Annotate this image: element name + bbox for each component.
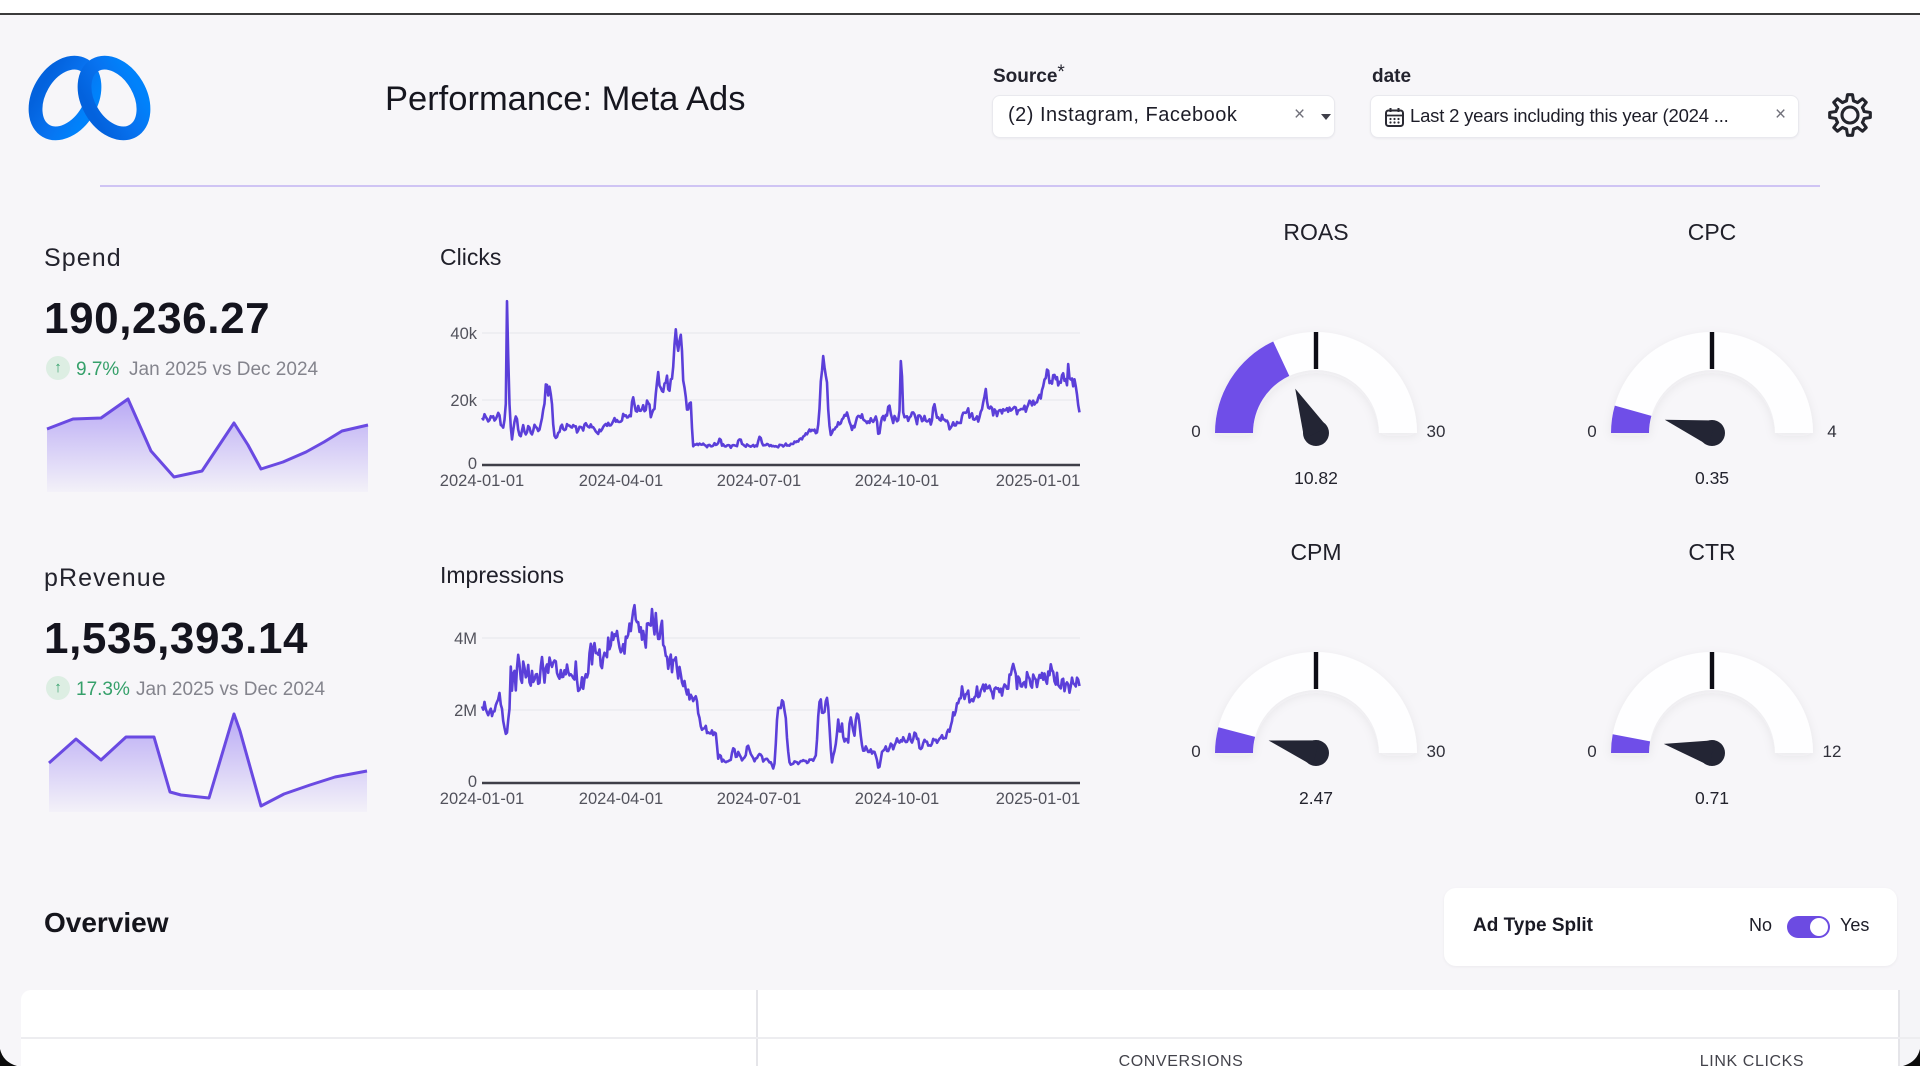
- svg-text:2024-01-01: 2024-01-01: [440, 790, 524, 808]
- svg-text:2024-04-01: 2024-04-01: [579, 790, 663, 808]
- svg-text:2024-07-01: 2024-07-01: [717, 790, 801, 808]
- svg-text:4M: 4M: [454, 630, 477, 648]
- svg-text:2025-01-01: 2025-01-01: [996, 790, 1080, 808]
- svg-text:0: 0: [468, 455, 477, 473]
- svg-text:2024-10-01: 2024-10-01: [855, 472, 939, 490]
- svg-text:2024-07-01: 2024-07-01: [717, 472, 801, 490]
- svg-text:2024-04-01: 2024-04-01: [579, 472, 663, 490]
- svg-text:20k: 20k: [450, 392, 477, 410]
- svg-text:2M: 2M: [454, 702, 477, 720]
- svg-text:2024-01-01: 2024-01-01: [440, 472, 524, 490]
- svg-text:0: 0: [468, 773, 477, 791]
- svg-text:40k: 40k: [450, 325, 477, 343]
- svg-text:2024-10-01: 2024-10-01: [855, 790, 939, 808]
- svg-text:2025-01-01: 2025-01-01: [996, 472, 1080, 490]
